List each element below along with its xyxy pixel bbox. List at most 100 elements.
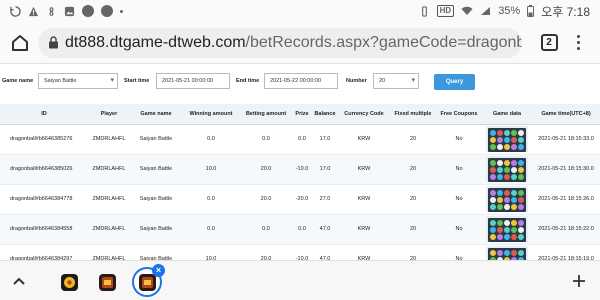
cell-currency: KRW (338, 244, 390, 260)
home-icon (12, 34, 28, 51)
column-header: ID (0, 104, 88, 125)
cell-win: 0.0 (182, 124, 240, 155)
table-row: dragonball#b6646385276 ZMDRLAHFL Saiyan Ba… (0, 124, 600, 155)
cell-time: 2021-05-21 18:15:30.0 (532, 154, 600, 185)
web-page: Game name Saiyan Battle Start time 2021-… (0, 64, 600, 260)
number-select[interactable]: 20 (373, 73, 419, 89)
game-data-thumbnail[interactable] (482, 214, 532, 245)
tab-thumbnail[interactable] (92, 267, 122, 297)
cell-id: dragonball#b6646385026 (0, 154, 88, 185)
column-header: Currency Code (338, 104, 390, 125)
cell-currency: KRW (338, 124, 390, 155)
cell-game: Saiyan Battle (130, 154, 182, 185)
game-app-icon (98, 273, 116, 291)
tab-switcher-button[interactable]: 2 (534, 28, 564, 58)
game-name-label: Game name (2, 78, 34, 84)
status-bar: HD 35% 오후 7:18 (0, 0, 600, 22)
column-header: Game name (130, 104, 182, 125)
cell-coupons: No (436, 244, 482, 260)
column-header: Prize (292, 104, 312, 125)
battery-icon (527, 5, 535, 17)
close-tab-button[interactable]: × (152, 264, 165, 277)
bottom-tab-strip: × (0, 260, 600, 300)
chevron-up-icon (13, 277, 25, 285)
browser-toolbar: dt888.dtgame-dtweb.com/betRecords.aspx?g… (0, 22, 600, 64)
tab-count: 2 (540, 34, 558, 51)
tab-thumbnail[interactable] (54, 267, 84, 297)
new-tab-button[interactable] (568, 270, 590, 292)
game-app-icon (138, 273, 156, 291)
lock-icon (48, 36, 59, 49)
cell-multiple: 20 (390, 124, 436, 155)
cell-coupons: No (436, 214, 482, 245)
cell-bet: 20.0 (240, 184, 292, 215)
cell-multiple: 20 (390, 244, 436, 260)
collapse-up-button[interactable] (11, 273, 27, 289)
cell-prize: -10.0 (292, 154, 312, 185)
url-host: dt888.dtgame-dtweb.com (65, 33, 246, 51)
cell-balance: 47.0 (312, 244, 338, 260)
cell-bet: 20.0 (240, 244, 292, 260)
more-menu-button[interactable] (564, 28, 592, 58)
column-header: Balance (312, 104, 338, 125)
app-notification-icon (82, 5, 94, 17)
end-time-label: End time (236, 78, 260, 84)
cell-game: Saiyan Battle (130, 124, 182, 155)
cell-multiple: 20 (390, 154, 436, 185)
cell-game: Saiyan Battle (130, 214, 182, 245)
home-button[interactable] (4, 27, 36, 59)
cell-game: Saiyan Battle (130, 244, 182, 260)
cell-id: dragonball#b6646384297 (0, 244, 88, 260)
sync-icon (10, 5, 21, 17)
cell-player: ZMDRLAHFL (88, 154, 130, 185)
game-data-thumbnail[interactable] (482, 124, 532, 155)
cell-time: 2021-05-21 18:15:22.0 (532, 214, 600, 245)
number-label: Number (346, 78, 367, 84)
cell-player: ZMDRLAHFL (88, 124, 130, 155)
cell-coupons: No (436, 184, 482, 215)
game-data-thumbnail[interactable] (482, 154, 532, 185)
cell-prize: 0.0 (292, 124, 312, 155)
gallery-icon (64, 6, 75, 17)
cell-currency: KRW (338, 184, 390, 215)
url-bar[interactable]: dt888.dtgame-dtweb.com/betRecords.aspx?g… (38, 27, 522, 58)
game-name-select[interactable]: Saiyan Battle (38, 73, 118, 89)
cell-time: 2021-05-21 18:15:19.0 (532, 244, 600, 260)
cell-win: 10.0 (182, 154, 240, 185)
table-row: dragonball#b6646384297 ZMDRLAHFL Saiyan Ba… (0, 244, 600, 260)
game-data-thumbnail[interactable] (482, 244, 532, 260)
cell-balance: 27.0 (312, 184, 338, 215)
cell-win: 0.0 (182, 184, 240, 215)
signal-icon (480, 6, 491, 16)
cell-game: Saiyan Battle (130, 184, 182, 215)
query-button[interactable]: Query (434, 74, 475, 90)
table-row: dragonball#b6646385026 ZMDRLAHFL Saiyan Ba… (0, 154, 600, 185)
cell-balance: 17.0 (312, 154, 338, 185)
tab-thumbnail-active[interactable]: × (132, 264, 165, 297)
column-header: Game time(UTC+8) (532, 104, 600, 125)
column-header: Free Coupons (436, 104, 482, 125)
cell-currency: KRW (338, 214, 390, 245)
cell-player: ZMDRLAHFL (88, 214, 130, 245)
cell-time: 2021-05-21 18:15:26.0 (532, 184, 600, 215)
cell-prize: -20.0 (292, 184, 312, 215)
game-data-thumbnail[interactable] (482, 184, 532, 215)
column-header: Betting amount (240, 104, 292, 125)
battery-percent: 35% (498, 5, 521, 17)
cell-prize: -10.0 (292, 244, 312, 260)
warning-icon (28, 6, 39, 17)
filter-bar: Game name Saiyan Battle Start time 2021-… (0, 70, 600, 94)
cell-win: 10.0 (182, 244, 240, 260)
start-time-label: Start time (124, 78, 150, 84)
ribbon-icon (46, 6, 57, 17)
cell-id: dragonball#b6646384558 (0, 214, 88, 245)
more-vert-icon (576, 35, 580, 38)
wifi-icon (461, 6, 473, 16)
end-time-input[interactable]: 2021-05-22 00:00:00 (264, 73, 338, 89)
table-header-row: ID Player Game name Winning amount Betti… (0, 104, 600, 125)
start-time-input[interactable]: 2021-05-21 00:00:00 (156, 73, 230, 89)
game-app-icon (60, 273, 78, 291)
column-header: Game data (482, 104, 532, 125)
cell-id: dragonball#b6646384778 (0, 184, 88, 215)
volume-icon (419, 5, 430, 17)
